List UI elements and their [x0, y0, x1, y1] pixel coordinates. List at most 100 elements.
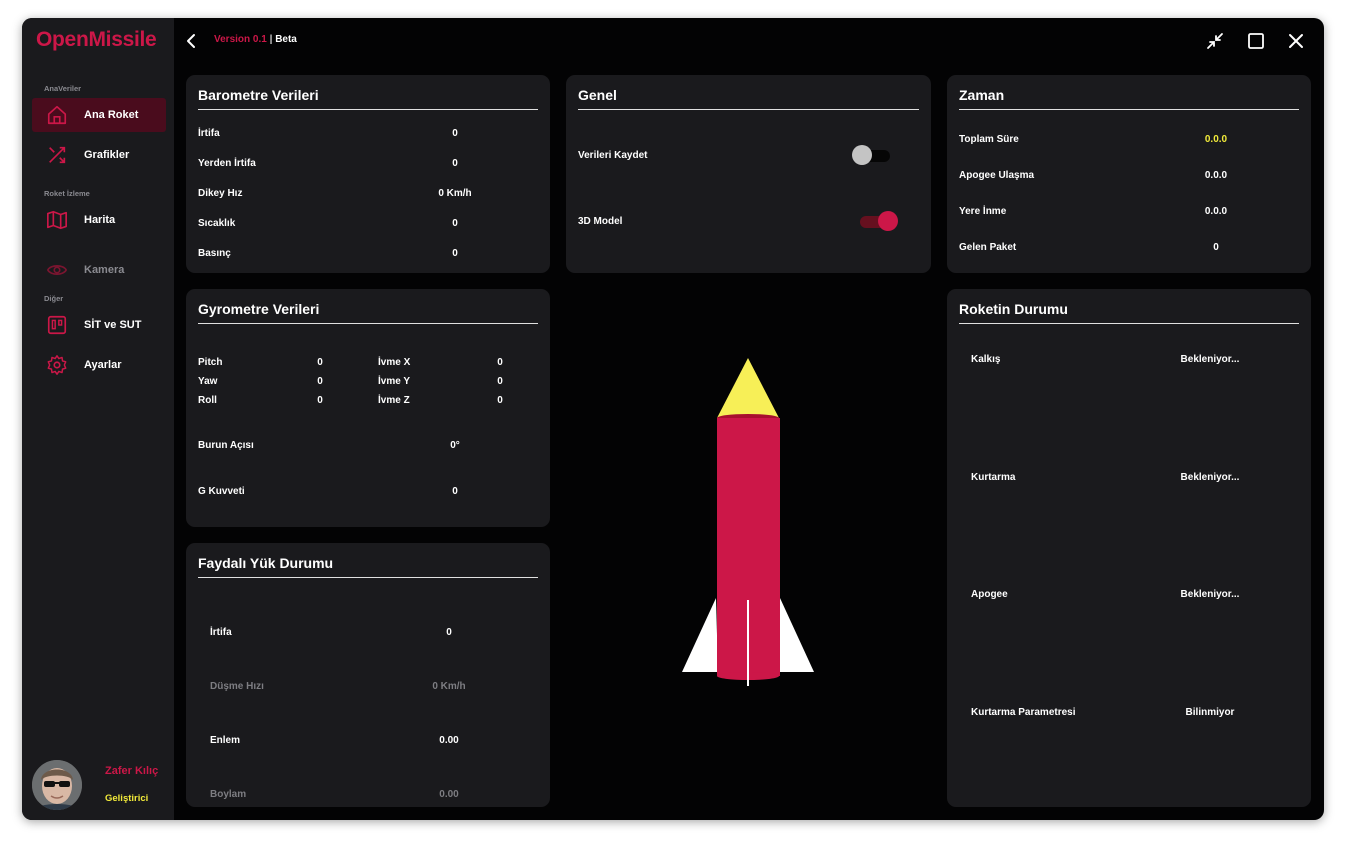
temperature-value: 0: [452, 218, 458, 229]
landing-time-label: Yere İnme: [959, 206, 1007, 217]
3d-model-label: 3D Model: [578, 216, 623, 227]
g-force-value: 0: [452, 486, 458, 497]
total-time-label: Toplam Süre: [959, 134, 1019, 145]
3d-model-toggle[interactable]: [856, 210, 898, 232]
pressure-value: 0: [452, 248, 458, 259]
launch-status: Bekleniyor...: [1180, 354, 1240, 365]
recovery-parameter-label: Kurtarma Parametresi: [971, 707, 1076, 718]
nose-angle-label: Burun Açısı: [198, 440, 254, 451]
sidebar-item-label: Ayarlar: [84, 359, 122, 371]
accel-y-label: İvme Y: [378, 376, 411, 387]
sidebar-item-label: Kamera: [84, 264, 125, 276]
maximize-icon[interactable]: [1245, 30, 1267, 52]
card-title: Genel: [578, 87, 617, 103]
time-card: Zaman Toplam Süre 0.0.0 Apogee Ulaşma 0.…: [947, 75, 1311, 273]
sidebar-item-label: Ana Roket: [84, 109, 139, 121]
apogee-status: Bekleniyor...: [1180, 589, 1240, 600]
landing-time-value: 0.0.0: [1204, 206, 1228, 217]
ground-altitude-value: 0: [452, 158, 458, 169]
card-title: Roketin Durumu: [959, 301, 1068, 317]
version-number: Version 0.1: [214, 34, 267, 45]
longitude-label: Boylam: [210, 789, 247, 800]
payload-card: Faydalı Yük Durumu İrtifa 0 Düşme Hızı 0…: [186, 543, 550, 807]
card-title: Barometre Verileri: [198, 87, 319, 103]
card-title: Gyrometre Verileri: [198, 301, 320, 317]
map-icon: [47, 210, 67, 230]
card-divider: [198, 109, 538, 110]
recovery-status: Bekleniyor...: [1180, 472, 1240, 483]
g-force-label: G Kuvveti: [198, 486, 245, 497]
latitude-value: 0.00: [439, 735, 459, 746]
packet-count-value: 0: [1213, 242, 1219, 253]
recovery-label: Kurtarma: [971, 472, 1016, 483]
app-logo: OpenMissile: [36, 28, 157, 51]
longitude-value: 0.00: [439, 789, 459, 800]
card-divider: [959, 323, 1299, 324]
gyro-card: Gyrometre Verileri Pitch 0 İvme X 0 Yaw …: [186, 289, 550, 527]
fall-speed-label: Düşme Hızı: [210, 681, 264, 692]
version-separator: |: [269, 34, 273, 45]
gear-icon: [47, 355, 67, 375]
launch-label: Kalkış: [971, 354, 1001, 365]
accel-x-label: İvme X: [378, 357, 411, 368]
sidebar-item-label: Harita: [84, 214, 116, 226]
nose-angle-value: 0°: [450, 440, 460, 451]
barometer-card: Barometre Verileri İrtifa 0 Yerden İrtif…: [186, 75, 550, 273]
altitude-value: 0: [452, 128, 458, 139]
section-label-other: Diğer: [44, 294, 64, 303]
section-label-main: AnaVeriler: [44, 84, 82, 93]
accel-z-label: İvme Z: [378, 395, 410, 406]
packet-count-label: Gelen Paket: [959, 242, 1017, 253]
section-label-tracking: Roket İzleme: [44, 189, 90, 198]
sidebar-item-ayarlar[interactable]: Ayarlar: [32, 348, 166, 382]
home-icon: [47, 105, 67, 125]
ground-altitude-label: Yerden İrtifa: [198, 158, 256, 169]
vertical-speed-label: Dikey Hız: [198, 188, 243, 199]
total-time-value: 0.0.0: [1204, 134, 1228, 145]
sidebar-item-label: SİT ve SUT: [84, 319, 142, 331]
pressure-label: Basınç: [198, 248, 231, 259]
sidebar-item-ana-roket[interactable]: Ana Roket: [32, 98, 166, 132]
save-data-label: Verileri Kaydet: [578, 150, 648, 161]
card-title: Faydalı Yük Durumu: [198, 555, 334, 571]
user-name: Zafer Kılıç: [105, 765, 159, 777]
user-role: Geliştirici: [105, 793, 149, 804]
back-arrow-icon[interactable]: [184, 32, 198, 50]
card-divider: [198, 323, 538, 324]
roll-label: Roll: [198, 395, 217, 406]
pitch-value: 0: [317, 357, 323, 368]
rocket-3d-model[interactable]: [680, 356, 816, 690]
sidebar-item-label: Grafikler: [84, 149, 130, 161]
sidebar-item-grafikler[interactable]: Grafikler: [32, 138, 166, 172]
close-icon[interactable]: [1285, 30, 1307, 52]
card-divider: [959, 109, 1299, 110]
roll-value: 0: [317, 395, 323, 406]
fall-speed-value: 0 Km/h: [432, 681, 466, 692]
avatar[interactable]: [32, 760, 82, 810]
apogee-label: Apogee: [971, 589, 1008, 600]
minimize-icon[interactable]: [1204, 30, 1226, 52]
accel-y-value: 0: [497, 376, 503, 387]
sidebar-item-sit-ve-sut[interactable]: SİT ve SUT: [32, 308, 166, 342]
accel-z-value: 0: [497, 395, 503, 406]
sidebar: OpenMissile AnaVeriler Ana Roket Grafikl…: [22, 18, 174, 820]
app-window: OpenMissile AnaVeriler Ana Roket Grafikl…: [22, 18, 1324, 820]
sidebar-item-harita[interactable]: Harita: [32, 203, 166, 237]
version-label: Version 0.1 | Beta: [214, 34, 297, 45]
card-title: Zaman: [959, 87, 1005, 103]
card-divider: [578, 109, 919, 110]
general-card: Genel Verileri Kaydet 3D Model: [566, 75, 931, 273]
latitude-label: Enlem: [210, 735, 241, 746]
rocket-status-card: Roketin Durumu Kalkış Bekleniyor... Kurt…: [947, 289, 1311, 807]
shuffle-icon: [49, 146, 66, 164]
yaw-value: 0: [317, 376, 323, 387]
sidebar-item-kamera[interactable]: Kamera: [32, 253, 166, 287]
eye-icon: [46, 265, 68, 275]
save-data-toggle[interactable]: [852, 144, 894, 166]
yaw-label: Yaw: [198, 376, 218, 387]
apogee-time-value: 0.0.0: [1204, 170, 1228, 181]
accel-x-value: 0: [497, 357, 503, 368]
vertical-speed-value: 0 Km/h: [438, 188, 472, 199]
temperature-label: Sıcaklık: [198, 218, 236, 229]
version-tag: Beta: [275, 34, 297, 45]
